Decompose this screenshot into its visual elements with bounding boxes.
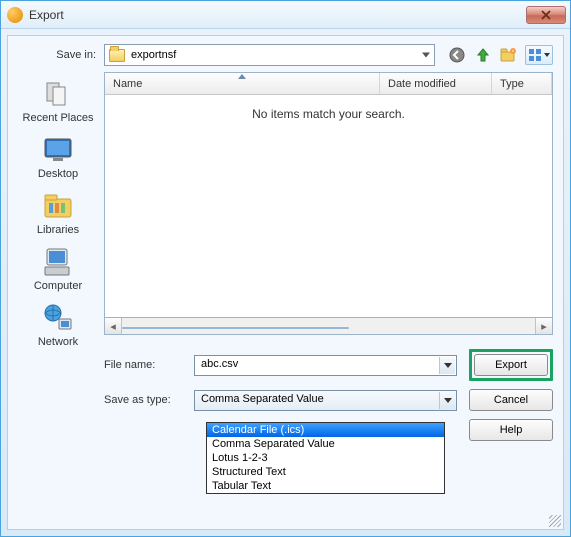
- chevron-down-icon[interactable]: [439, 357, 455, 374]
- save-in-value: exportnsf: [131, 49, 176, 61]
- place-label: Recent Places: [23, 112, 94, 124]
- place-label: Desktop: [38, 168, 78, 180]
- up-button[interactable]: [473, 45, 493, 65]
- network-icon: [41, 303, 75, 333]
- export-button[interactable]: Export: [474, 354, 548, 376]
- libraries-icon: [41, 191, 75, 221]
- save-in-row: Save in: exportnsf: [18, 44, 553, 66]
- help-button[interactable]: Help: [469, 419, 553, 441]
- recent-places-icon: [41, 79, 75, 109]
- back-icon: [449, 47, 465, 63]
- type-option[interactable]: Calendar File (.ics): [207, 423, 444, 437]
- cancel-button[interactable]: Cancel: [469, 389, 553, 411]
- scroll-thumb[interactable]: [122, 327, 349, 329]
- toolbar-icons: [447, 45, 553, 65]
- save-in-label: Save in:: [18, 49, 104, 61]
- window-title: Export: [29, 8, 526, 22]
- type-option[interactable]: Structured Text: [207, 465, 444, 479]
- up-icon: [475, 47, 491, 63]
- scroll-left-icon[interactable]: ◂: [105, 318, 122, 334]
- file-list[interactable]: Name Date modified Type No items match y…: [104, 72, 553, 318]
- horizontal-scrollbar[interactable]: ◂ ▸: [104, 318, 553, 335]
- save-as-type-row: Save as type: Comma Separated Value Canc…: [104, 389, 553, 411]
- chevron-down-icon: [422, 53, 430, 58]
- type-option[interactable]: Tabular Text: [207, 479, 444, 493]
- save-as-type-combo[interactable]: Comma Separated Value: [194, 390, 457, 411]
- desktop-icon: [41, 135, 75, 165]
- place-libraries[interactable]: Libraries: [18, 190, 98, 236]
- place-recent[interactable]: Recent Places: [18, 78, 98, 124]
- place-label: Network: [38, 336, 78, 348]
- places-bar: Recent Places Desktop Libraries Computer…: [18, 72, 98, 519]
- save-in-combo[interactable]: exportnsf: [104, 44, 435, 66]
- view-menu-button[interactable]: [525, 45, 553, 65]
- export-highlight: Export: [469, 349, 553, 381]
- place-label: Libraries: [37, 224, 79, 236]
- computer-icon: [41, 247, 75, 277]
- type-option[interactable]: Lotus 1-2-3: [207, 451, 444, 465]
- type-option[interactable]: Comma Separated Value: [207, 437, 444, 451]
- place-network[interactable]: Network: [18, 302, 98, 348]
- export-dialog: Export Save in: exportnsf: [0, 0, 571, 537]
- chevron-down-icon: [544, 53, 550, 57]
- column-name[interactable]: Name: [105, 73, 380, 94]
- app-icon: [7, 7, 23, 23]
- column-type[interactable]: Type: [492, 73, 552, 94]
- close-button[interactable]: [526, 6, 566, 24]
- new-folder-button[interactable]: [499, 45, 519, 65]
- resize-grip[interactable]: [549, 515, 561, 527]
- place-computer[interactable]: Computer: [18, 246, 98, 292]
- file-name-label: File name:: [104, 359, 194, 371]
- column-date[interactable]: Date modified: [380, 73, 492, 94]
- sort-ascending-icon: [238, 74, 246, 79]
- chevron-down-icon[interactable]: [439, 392, 455, 409]
- column-headers: Name Date modified Type: [105, 73, 552, 95]
- view-icon: [528, 48, 542, 62]
- titlebar: Export: [1, 1, 570, 29]
- folder-icon: [109, 49, 125, 62]
- save-as-type-label: Save as type:: [104, 394, 194, 406]
- file-name-row: File name: abc.csv Export: [104, 349, 553, 381]
- place-label: Computer: [34, 280, 82, 292]
- close-icon: [541, 10, 551, 20]
- new-folder-icon: [500, 47, 518, 63]
- file-name-input[interactable]: abc.csv: [194, 355, 457, 376]
- empty-message: No items match your search.: [105, 95, 552, 317]
- back-button[interactable]: [447, 45, 467, 65]
- save-as-type-dropdown[interactable]: Calendar File (.ics) Comma Separated Val…: [206, 422, 445, 494]
- scroll-right-icon[interactable]: ▸: [535, 318, 552, 334]
- dialog-body: Save in: exportnsf: [7, 35, 564, 530]
- place-desktop[interactable]: Desktop: [18, 134, 98, 180]
